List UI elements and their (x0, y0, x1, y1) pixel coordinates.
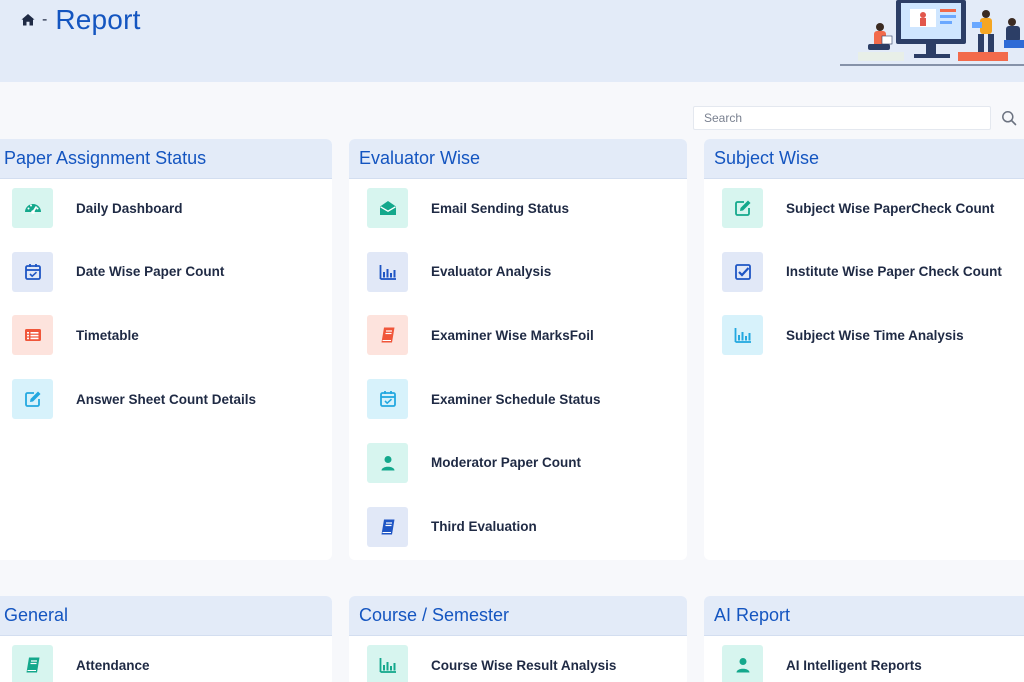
report-item-daily-dashboard[interactable]: Daily Dashboard (12, 188, 183, 228)
report-item-examiner-wise-marksfoil[interactable]: Examiner Wise MarksFoil (367, 315, 594, 356)
list-alt-icon (12, 315, 53, 356)
report-item-course-wise-result-analysis[interactable]: Course Wise Result Analysis (367, 645, 616, 682)
section-header: Paper Assignment Status (0, 139, 332, 179)
edit-icon (12, 379, 53, 420)
report-item-label: Answer Sheet Count Details (76, 391, 257, 407)
section-header: General (0, 596, 332, 636)
report-item-label: AI Intelligent Reports (786, 657, 922, 673)
section-header: AI Report (704, 596, 1024, 636)
home-icon[interactable] (20, 12, 36, 28)
report-item-third-evaluation[interactable]: Third Evaluation (367, 506, 537, 547)
report-item-label: Subject Wise Time Analysis (786, 327, 964, 343)
report-item-ai-intelligent-reports[interactable]: AI Intelligent Reports (722, 645, 922, 682)
dashboard-icon (12, 188, 53, 228)
report-item-label: Examiner Schedule Status (431, 391, 601, 407)
section-card-course-semester: Course / Semester Course Wise Result Ana… (349, 596, 687, 682)
search-input[interactable] (693, 106, 991, 130)
edit-icon (722, 188, 763, 228)
search-button[interactable] (993, 106, 1024, 130)
breadcrumb-separator: - (42, 11, 48, 28)
breadcrumb: - Report (20, 4, 141, 36)
report-item-timetable[interactable]: Timetable (12, 315, 139, 356)
report-item-label: Examiner Wise MarksFoil (431, 327, 594, 343)
book-icon (12, 645, 53, 682)
page-header: - Report (0, 0, 1024, 82)
report-item-label: Subject Wise PaperCheck Count (786, 200, 995, 216)
search-icon (1001, 111, 1016, 126)
report-item-evaluator-analysis[interactable]: Evaluator Analysis (367, 251, 552, 292)
section-card-paper-assignment-status: Paper Assignment Status Daily Dashboard D… (0, 139, 332, 560)
report-item-examiner-schedule-status[interactable]: Examiner Schedule Status (367, 379, 601, 420)
report-item-label: Institute Wise Paper Check Count (786, 264, 1002, 280)
report-item-subject-wise-papercheck-count[interactable]: Subject Wise PaperCheck Count (722, 188, 994, 228)
report-item-label: Date Wise Paper Count (76, 264, 225, 280)
report-item-label: Timetable (76, 327, 139, 343)
section-title: AI Report (714, 605, 791, 625)
report-item-label: Course Wise Result Analysis (431, 657, 617, 673)
report-item-answer-sheet-count-details[interactable]: Answer Sheet Count Details (12, 379, 257, 420)
book-icon (367, 315, 408, 356)
report-item-attendance[interactable]: Attendance (12, 645, 150, 682)
section-title: Course / Semester (359, 605, 510, 625)
calendar-check-icon (12, 251, 53, 292)
check-square-icon (722, 251, 763, 292)
report-item-label: Evaluator Analysis (431, 264, 552, 280)
section-header: Subject Wise (704, 139, 1024, 179)
bar-chart-icon (722, 315, 763, 356)
report-item-email-sending-status[interactable]: Email Sending Status (367, 188, 569, 228)
section-title: Paper Assignment Status (4, 148, 207, 168)
report-item-date-wise-paper-count[interactable]: Date Wise Paper Count (12, 251, 225, 292)
report-item-institute-wise-paper-check-count[interactable]: Institute Wise Paper Check Count (722, 251, 1002, 292)
header-illustration (838, 0, 1024, 70)
section-card-general: General Attendance (0, 596, 332, 682)
report-item-label: Daily Dashboard (76, 200, 183, 216)
section-card-evaluator-wise: Evaluator Wise Email Sending Status Evalu… (349, 139, 687, 560)
envelope-open-icon (367, 188, 408, 228)
calendar-check-icon (367, 379, 408, 420)
section-title: Subject Wise (714, 148, 820, 168)
bar-chart-icon (367, 251, 408, 292)
section-header: Evaluator Wise (349, 139, 687, 179)
report-item-label: Attendance (76, 657, 150, 673)
section-title: Evaluator Wise (359, 148, 481, 168)
section-title: General (4, 605, 69, 625)
book-icon (367, 506, 408, 547)
section-card-subject-wise: Subject Wise Subject Wise PaperCheck Cou… (704, 139, 1024, 560)
search-bar (693, 106, 1024, 130)
report-item-label: Email Sending Status (431, 200, 570, 216)
report-item-label: Third Evaluation (431, 519, 537, 534)
report-item-moderator-paper-count[interactable]: Moderator Paper Count (367, 442, 582, 483)
section-card-ai-report: AI Report AI Intelligent Reports (704, 596, 1024, 682)
user-icon (722, 645, 763, 682)
user-icon (367, 442, 408, 483)
report-item-label: Moderator Paper Count (431, 455, 582, 471)
section-header: Course / Semester (349, 596, 687, 636)
report-item-subject-wise-time-analysis[interactable]: Subject Wise Time Analysis (722, 315, 964, 356)
bar-chart-icon (367, 645, 408, 682)
page-title: Report (55, 4, 141, 35)
